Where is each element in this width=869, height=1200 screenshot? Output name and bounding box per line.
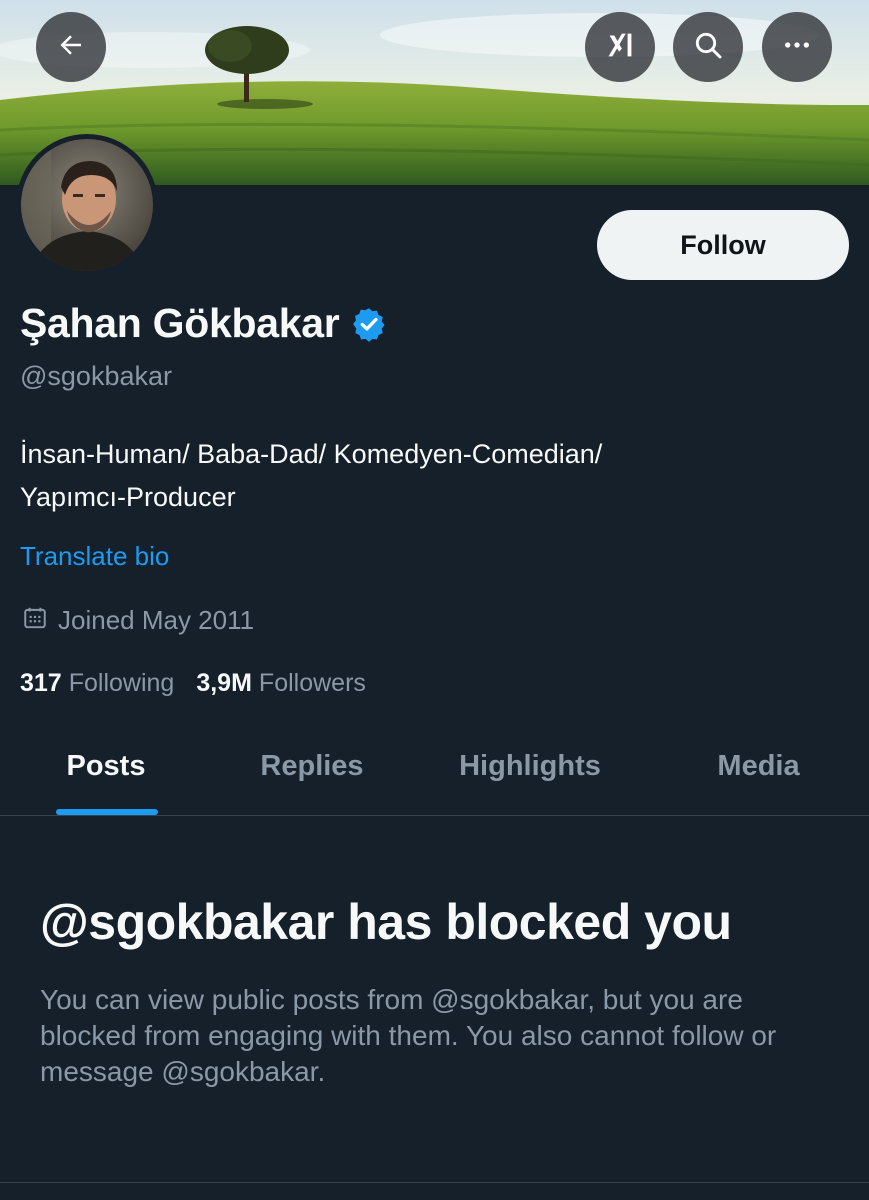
arrow-left-icon — [56, 30, 86, 65]
blocked-title: @sgokbakar has blocked you — [40, 894, 732, 950]
avatar-container[interactable] — [16, 134, 158, 276]
display-name: Şahan Gökbakar — [20, 300, 340, 346]
bio-line: Yapımcı-Producer — [20, 482, 236, 512]
following-label: Following — [68, 669, 175, 697]
calendar-icon — [22, 605, 48, 636]
follow-button[interactable]: Follow — [597, 210, 849, 280]
joined-date: Joined May 2011 — [22, 605, 254, 636]
tab-media[interactable]: Media — [648, 718, 869, 815]
translate-bio-link[interactable]: Translate bio — [20, 541, 169, 572]
more-dots-icon — [781, 29, 813, 66]
search-button[interactable] — [673, 12, 743, 82]
following-count: 317 — [20, 669, 62, 697]
more-button[interactable] — [762, 12, 832, 82]
profile-tabs: Posts Replies Highlights Media — [0, 718, 869, 816]
grok-icon — [601, 26, 639, 69]
profile-handle: @sgokbakar — [20, 361, 172, 391]
following-link[interactable]: 317 Following — [20, 669, 174, 698]
bio-line: İnsan-Human/ Baba-Dad/ Komedyen-Comedian… — [20, 439, 603, 469]
back-button[interactable] — [36, 12, 106, 82]
profile-name-row: Şahan Gökbakar — [20, 300, 387, 347]
tab-replies[interactable]: Replies — [212, 718, 412, 815]
tab-highlights[interactable]: Highlights — [412, 718, 648, 815]
profile-bio: İnsan-Human/ Baba-Dad/ Komedyen-Comedian… — [20, 433, 840, 519]
active-tab-indicator — [56, 809, 158, 815]
grok-button[interactable] — [585, 12, 655, 82]
search-icon — [692, 29, 724, 66]
followers-link[interactable]: 3,9M Followers — [196, 669, 366, 698]
followers-label: Followers — [258, 669, 366, 697]
tab-posts[interactable]: Posts — [0, 718, 212, 815]
profile-stats: 317 Following 3,9M Followers — [20, 669, 366, 698]
joined-text: Joined May 2011 — [58, 605, 255, 635]
avatar — [21, 139, 153, 271]
followers-count: 3,9M — [196, 669, 252, 697]
blocked-message: You can view public posts from @sgokbaka… — [40, 984, 777, 1087]
verified-badge-icon[interactable] — [351, 306, 387, 342]
divider — [0, 1182, 869, 1183]
